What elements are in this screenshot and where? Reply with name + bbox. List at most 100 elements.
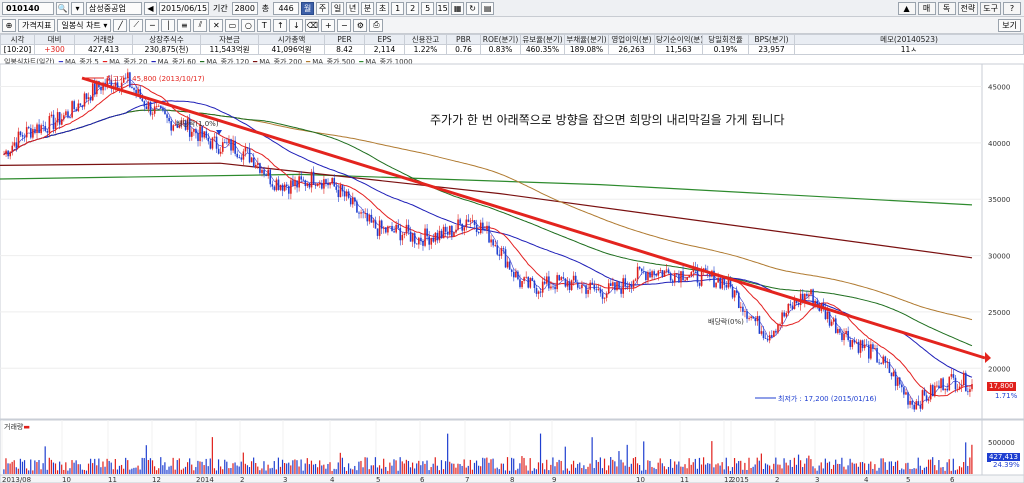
candle-body	[3, 154, 5, 156]
volume-bar	[370, 465, 372, 474]
date-input[interactable]: 2015/06/15	[159, 1, 209, 15]
volume-bar	[444, 461, 447, 474]
stock-name-field[interactable]: 삼성중공업	[86, 1, 142, 15]
buy-button[interactable]: 매	[917, 1, 936, 15]
toolbar-up-icon[interactable]: ▲	[897, 1, 916, 15]
chart-type-select[interactable]: 일봉식 차트 ▾	[57, 18, 112, 32]
candle-body	[261, 169, 263, 173]
volume-bar	[170, 465, 172, 474]
strategy-button[interactable]: 전략	[957, 1, 979, 15]
volume-bar	[129, 469, 131, 474]
help-icon[interactable]: ?	[1003, 1, 1021, 15]
candle-body	[626, 286, 629, 288]
volume-bar	[461, 465, 463, 474]
time-tick-label: 3	[283, 476, 287, 483]
arrow-down-icon[interactable]: ↓	[289, 18, 304, 32]
pin-icon[interactable]: ⊕	[2, 18, 16, 32]
stock-code-input[interactable]: 010140	[2, 1, 54, 15]
candle-body	[636, 266, 639, 280]
hline-icon[interactable]: ─	[145, 18, 160, 32]
candle-body	[360, 212, 362, 214]
candle-body	[525, 276, 527, 278]
volume-bar	[894, 461, 897, 474]
volume-bar	[118, 465, 121, 474]
draw-line-icon[interactable]: ╱	[113, 18, 128, 32]
volume-label: 거래량▬	[4, 423, 30, 431]
cross-icon[interactable]: ✕	[209, 18, 224, 32]
text-icon[interactable]: T	[257, 18, 272, 32]
candle-body	[506, 261, 509, 268]
info-value-cell: 0.83%	[480, 44, 521, 55]
lock-icon[interactable]: ▾	[71, 1, 84, 15]
channel-icon[interactable]: ⫽	[193, 18, 208, 32]
settings-icon[interactable]: ⚙	[353, 18, 368, 32]
search-icon[interactable]: 🔍	[56, 1, 69, 15]
print-icon[interactable]: ⎙	[369, 18, 384, 32]
candle-body	[870, 344, 872, 359]
volume-bar	[153, 466, 156, 474]
candle-body	[816, 300, 819, 305]
interval-month[interactable]: 월	[301, 1, 315, 15]
rect-icon[interactable]: ▭	[225, 18, 240, 32]
candle-body	[550, 286, 552, 289]
interval-1[interactable]: 1	[391, 1, 405, 15]
volume-bar	[337, 462, 339, 474]
fib-icon[interactable]: ≡	[177, 18, 192, 32]
candle-body	[962, 372, 965, 385]
interval-minute[interactable]: 분	[361, 1, 375, 15]
tools-button[interactable]: 도구	[980, 1, 1001, 15]
candle-body	[752, 316, 755, 319]
count-input[interactable]: 446	[273, 1, 300, 15]
zoom-in-icon[interactable]: +	[321, 18, 336, 32]
info-value-cell: 189.08%	[564, 44, 609, 55]
interval-second[interactable]: 초	[376, 1, 390, 15]
chart-canvas[interactable]: 45000 40000 35000 30000 25000 20000 500000 2013…	[0, 56, 1024, 483]
interval-year[interactable]: 년	[346, 1, 360, 15]
interval-5[interactable]: 5	[421, 1, 435, 15]
candle-body	[327, 182, 329, 186]
candle-body	[211, 137, 214, 149]
candle-body	[541, 281, 544, 293]
candle-body	[806, 293, 808, 297]
candle-body	[48, 116, 51, 133]
volume-bar	[442, 469, 445, 474]
trend-line-icon[interactable]: ⟋	[129, 18, 144, 32]
candle-body	[612, 282, 614, 286]
circle-icon[interactable]: ○	[241, 18, 256, 32]
period-input[interactable]: 2800	[231, 1, 258, 15]
candle-body	[482, 222, 484, 230]
volume-bar	[475, 460, 478, 474]
volume-bar	[96, 465, 98, 474]
zoom-out-icon[interactable]: −	[337, 18, 352, 32]
candle-body	[221, 142, 224, 152]
calendar-icon[interactable]: ▦	[451, 1, 465, 15]
candle-body	[502, 248, 505, 250]
eraser-icon[interactable]: ⌫	[305, 18, 320, 32]
volume-bar	[13, 460, 15, 474]
volume-bar	[870, 461, 872, 474]
arrow-up-icon[interactable]: ↑	[273, 18, 288, 32]
price-chart[interactable]: 45000 40000 35000 30000 25000 20000 500000 2013…	[0, 56, 1024, 483]
table-icon[interactable]: ▤	[481, 1, 495, 15]
interval-15[interactable]: 15	[436, 1, 450, 15]
prev-arrow-icon[interactable]: ◀	[144, 1, 157, 15]
candle-body	[847, 330, 849, 341]
candle-body	[886, 362, 889, 363]
interval-2[interactable]: 2	[406, 1, 420, 15]
candle-body	[622, 278, 624, 294]
own-button[interactable]: 독	[937, 1, 956, 15]
candle-body	[585, 285, 587, 294]
volume-bar	[901, 468, 903, 474]
candle-body	[861, 340, 864, 349]
refresh-icon[interactable]: ↻	[466, 1, 480, 15]
volume-bar	[426, 460, 428, 474]
candle-body	[378, 220, 381, 236]
view-button[interactable]: 보기	[998, 18, 1021, 32]
volume-bar	[209, 458, 211, 474]
interval-week[interactable]: 주	[316, 1, 330, 15]
candle-body	[512, 271, 515, 278]
candle-body	[471, 220, 474, 221]
indicator-button[interactable]: 가격지표	[18, 18, 56, 32]
vline-icon[interactable]: │	[161, 18, 176, 32]
interval-day[interactable]: 일	[331, 1, 345, 15]
